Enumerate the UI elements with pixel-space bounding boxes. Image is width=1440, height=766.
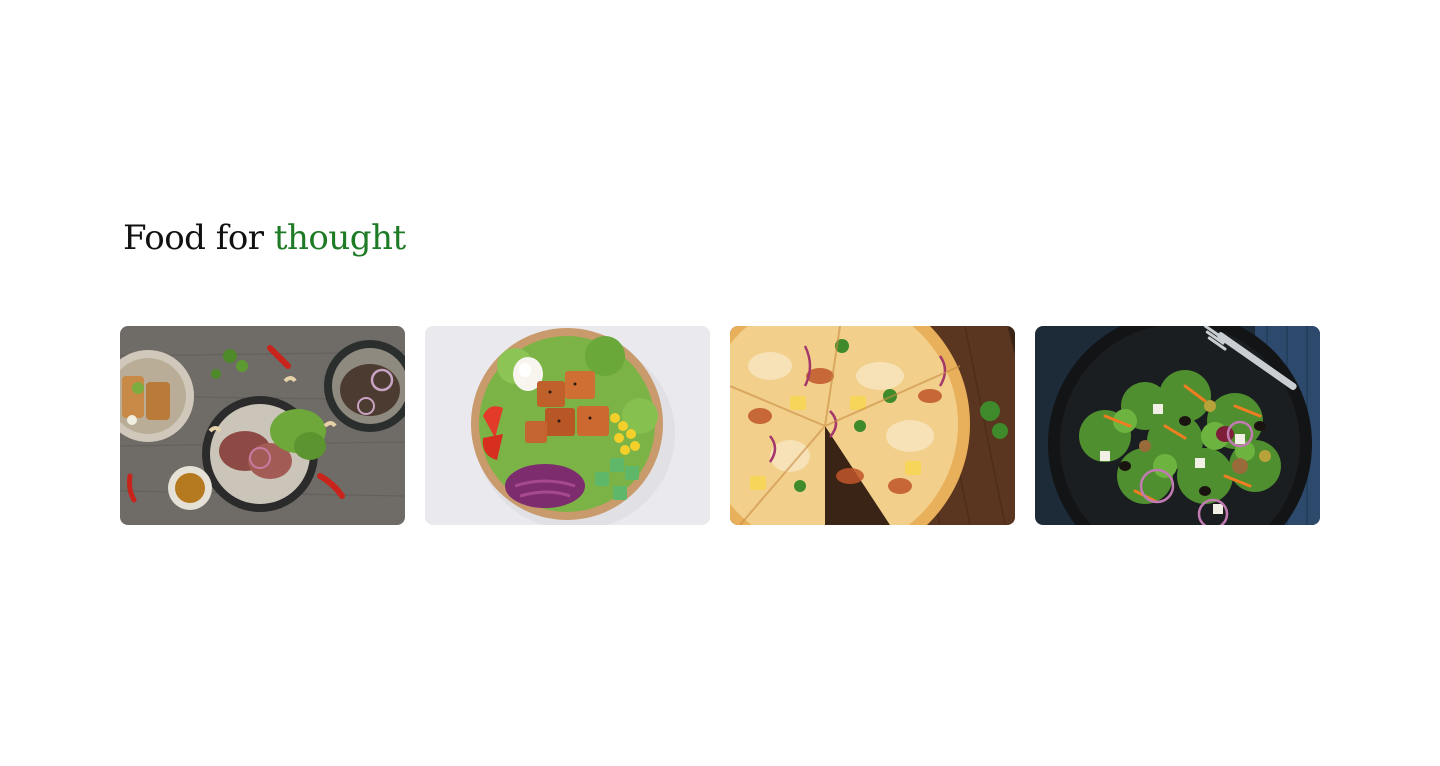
food-gallery — [120, 326, 1320, 525]
section-heading: Food for thought — [120, 216, 1320, 260]
food-card-plates[interactable] — [120, 326, 405, 525]
food-section: Food for thought — [120, 216, 1320, 525]
food-card-salad[interactable] — [1035, 326, 1320, 525]
heading-prefix: Food for — [123, 218, 264, 258]
heading-accent: thought — [273, 218, 406, 258]
food-photo-bowl — [425, 326, 710, 525]
food-card-bowl[interactable] — [425, 326, 710, 525]
food-card-pizza[interactable] — [730, 326, 1015, 525]
food-photo-salad — [1035, 326, 1320, 525]
food-photo-pizza — [730, 326, 1015, 525]
food-photo-plates — [120, 326, 405, 525]
